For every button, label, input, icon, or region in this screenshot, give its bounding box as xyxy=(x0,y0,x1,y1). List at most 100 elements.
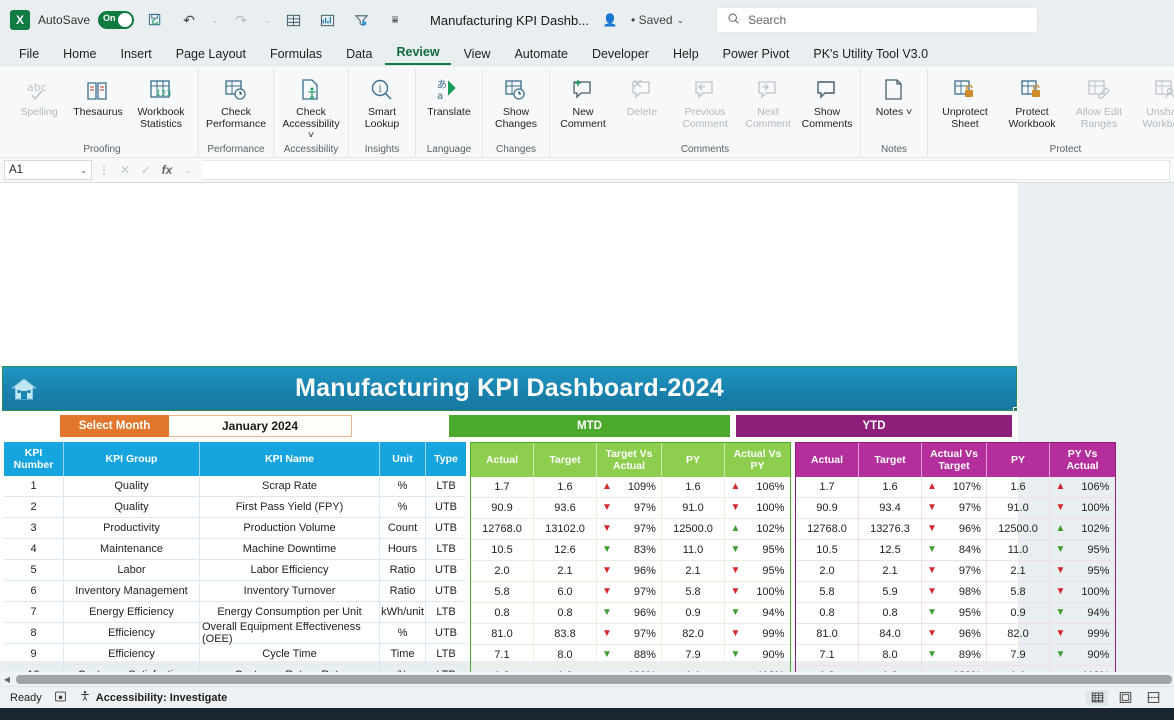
ytd-py-vs-actual: ▼94% xyxy=(1050,603,1115,624)
select-month-value[interactable]: January 2024 xyxy=(169,415,352,437)
mtd-actual: 0.8 xyxy=(471,603,534,624)
ribbon-button-thesaurus[interactable]: Thesaurus xyxy=(69,69,127,119)
ribbon-button-protect-workbook[interactable]: Protect Workbook xyxy=(999,69,1065,130)
mtd-target-vs-actual-value: 83% xyxy=(622,544,656,556)
mtd-actual-vs-py-value: 100% xyxy=(750,586,784,598)
show-changes-icon xyxy=(503,73,529,107)
ribbon-button-smart-lookup[interactable]: iSmart Lookup xyxy=(353,69,411,130)
mtd-actual: 81.0 xyxy=(471,624,534,645)
ribbon-tab-data[interactable]: Data xyxy=(335,44,383,65)
customize-toolbar-icon[interactable]: ⩸ xyxy=(382,7,408,33)
arrow-up-icon: ▲ xyxy=(1056,482,1066,492)
ribbon-tab-formulas[interactable]: Formulas xyxy=(259,44,333,65)
ribbon-group-title: Changes xyxy=(496,143,536,157)
ribbon-tab-developer[interactable]: Developer xyxy=(581,44,660,65)
kpi-name: Labor Efficiency xyxy=(200,560,380,581)
month-selector[interactable]: Select Month January 2024 xyxy=(60,415,352,437)
table-icon[interactable] xyxy=(280,7,306,33)
ribbon-button-new-comment[interactable]: New Comment xyxy=(554,69,612,130)
kpi-ytd-block: ActualTargetActual Vs TargetPYPY Vs Actu… xyxy=(795,442,1116,686)
ribbon-button-label: Allow Edit Ranges xyxy=(1066,107,1132,130)
selection-handle[interactable] xyxy=(1013,407,1018,412)
ytd-header-py-vs-actual: PY Vs Actual xyxy=(1050,443,1115,477)
delete-comment-icon xyxy=(629,73,655,107)
mtd-actual-vs-py: ▼95% xyxy=(725,540,790,561)
document-title[interactable]: Manufacturing KPI Dashb... xyxy=(430,13,589,28)
insert-function-icon[interactable]: fx xyxy=(158,163,176,177)
kpi-unit: Ratio xyxy=(380,560,426,581)
scroll-left-icon[interactable]: ◀ xyxy=(0,675,14,684)
chart-icon[interactable] xyxy=(314,7,340,33)
mtd-py: 82.0 xyxy=(662,624,725,645)
accessibility-status[interactable]: Accessibility: Investigate xyxy=(79,690,227,705)
ribbon-group-title: Accessibility xyxy=(284,143,338,157)
kpi-name: Energy Consumption per Unit xyxy=(200,602,380,623)
ribbon-tab-view[interactable]: View xyxy=(453,44,502,65)
ribbon-button-notes[interactable]: Notes ˅ xyxy=(865,69,923,119)
normal-view-icon[interactable] xyxy=(1086,690,1108,706)
formula-bar-expand-icon[interactable]: ⌄ xyxy=(179,166,197,175)
kpi-left-header-row: KPI NumberKPI GroupKPI NameUnitType xyxy=(4,442,466,476)
arrow-down-icon: ▼ xyxy=(1056,650,1066,660)
redo-dropdown-icon[interactable]: ⌄ xyxy=(262,7,272,33)
kpi-number: 3 xyxy=(4,518,64,539)
scroll-thumb[interactable] xyxy=(16,675,1172,684)
arrow-down-icon: ▼ xyxy=(731,629,741,639)
arrow-down-icon: ▼ xyxy=(731,650,741,660)
confirm-formula-icon[interactable]: ✓ xyxy=(137,163,155,177)
ribbon-button-translate[interactable]: あaTranslate xyxy=(420,69,478,119)
ytd-actual-vs-target: ▼89% xyxy=(922,645,987,666)
name-box[interactable]: A1 ⌄ xyxy=(4,160,92,180)
excel-logo-icon: X xyxy=(10,10,30,30)
save-status[interactable]: • Saved ⌄ xyxy=(631,13,684,27)
ribbon-button-check-accessibility[interactable]: Check Accessibility ˅ xyxy=(278,69,344,142)
ribbon-button-unprotect-sheet[interactable]: Unprotect Sheet xyxy=(932,69,998,130)
cancel-formula-icon[interactable]: ✕ xyxy=(116,163,134,177)
home-icon[interactable] xyxy=(7,373,41,405)
ribbon-button-label: New Comment xyxy=(554,107,612,130)
ribbon-button-check-performance[interactable]: Check Performance xyxy=(203,69,269,130)
ribbon-tab-help[interactable]: Help xyxy=(662,44,710,65)
autosave-toggle[interactable]: On xyxy=(98,11,134,29)
ribbon-button-workbook-statistics[interactable]: 123Workbook Statistics xyxy=(128,69,194,130)
kpi-name: First Pass Yield (FPY) xyxy=(200,497,380,518)
ribbon-tab-automate[interactable]: Automate xyxy=(503,44,579,65)
ribbon-tab-pk-s-utility-tool-v3-0[interactable]: PK's Utility Tool V3.0 xyxy=(802,44,939,65)
search-input[interactable]: Search xyxy=(716,7,1038,33)
undo-icon[interactable]: ↶ xyxy=(176,7,202,33)
page-break-view-icon[interactable] xyxy=(1142,690,1164,706)
mtd-header-target: Target xyxy=(534,443,597,477)
accessibility-icon xyxy=(79,690,91,705)
ribbon-tab-file[interactable]: File xyxy=(8,44,50,65)
filter-icon[interactable] xyxy=(348,7,374,33)
ribbon-tab-insert[interactable]: Insert xyxy=(110,44,163,65)
ribbon-tab-page-layout[interactable]: Page Layout xyxy=(165,44,257,65)
redo-icon[interactable]: ↷ xyxy=(228,7,254,33)
ribbon-tab-review[interactable]: Review xyxy=(385,42,450,65)
status-state: Ready xyxy=(10,692,42,704)
formula-input[interactable] xyxy=(202,160,1170,180)
ribbon-button-label: Check Performance xyxy=(203,107,269,130)
kpi-group: Efficiency xyxy=(64,644,200,665)
save-icon[interactable] xyxy=(142,7,168,33)
page-layout-view-icon[interactable] xyxy=(1114,690,1136,706)
share-icon[interactable]: 👤 xyxy=(597,7,623,33)
record-macro-icon[interactable] xyxy=(54,690,67,706)
kpi-group: Efficiency xyxy=(64,623,200,644)
ribbon-button-show-changes[interactable]: Show Changes xyxy=(487,69,545,130)
ytd-actual-vs-target: ▼96% xyxy=(922,519,987,540)
mtd-py: 91.0 xyxy=(662,498,725,519)
name-box-more-icon[interactable]: ⋮ xyxy=(95,165,113,176)
ytd-actual: 7.1 xyxy=(796,645,859,666)
ribbon-group-items: Notes ˅ xyxy=(865,69,923,143)
mtd-target-vs-actual: ▼96% xyxy=(597,561,662,582)
ribbon-tab-power-pivot[interactable]: Power Pivot xyxy=(712,44,801,65)
ribbon-button-show-comments[interactable]: Show Comments xyxy=(798,69,856,130)
undo-dropdown-icon[interactable]: ⌄ xyxy=(210,7,220,33)
ribbon-group-items: あaTranslate xyxy=(420,69,478,143)
mtd-header-py: PY xyxy=(662,443,725,477)
horizontal-scrollbar[interactable]: ◀ xyxy=(0,672,1174,686)
mtd-target: 1.6 xyxy=(534,477,597,498)
mtd-actual-vs-py-value: 95% xyxy=(750,565,784,577)
ribbon-tab-home[interactable]: Home xyxy=(52,44,107,65)
